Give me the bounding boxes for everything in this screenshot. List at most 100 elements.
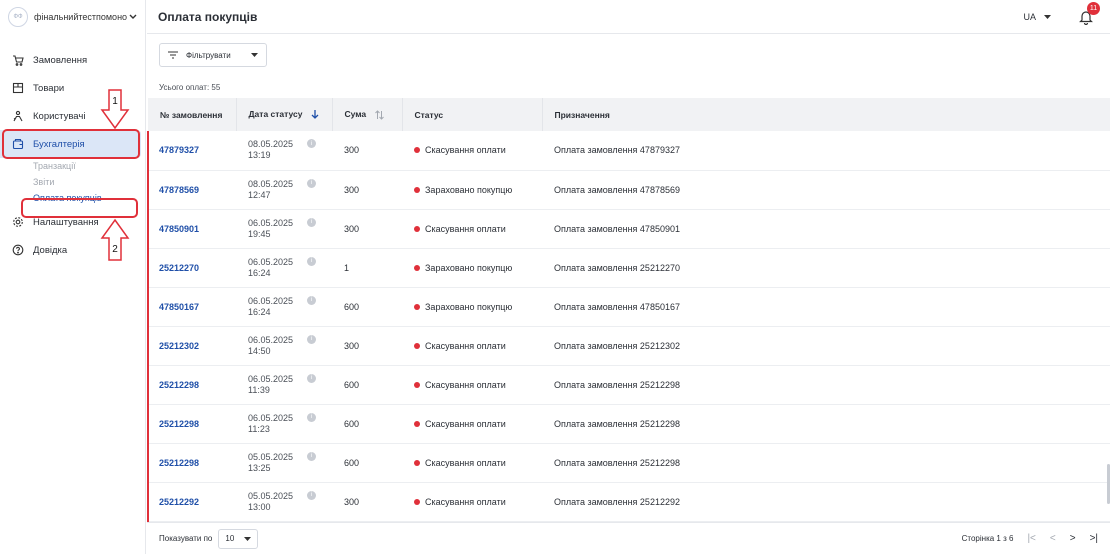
sidebar-subitem-transactions[interactable]: Транзакції	[0, 158, 145, 174]
table-row[interactable]: 25212298 06.05.2025 11:23 i 600 Скасування оп…	[147, 404, 1110, 443]
status-text: Скасування оплати	[425, 457, 506, 468]
filter-icon	[168, 51, 178, 59]
cell-status: Скасування оплати	[402, 131, 542, 170]
sidebar-item-label: Користувачі	[33, 110, 86, 122]
cell-status-date: 06.05.2025 11:39 i	[236, 365, 332, 404]
table-row[interactable]: 47879327 08.05.2025 13:19 i 300 Скасування оп…	[147, 131, 1110, 170]
main-content: Оплата покупців UA 11 Фільтрувати Усього…	[147, 0, 1110, 554]
info-icon[interactable]: i	[307, 295, 317, 305]
cell-status: Скасування оплати	[402, 209, 542, 248]
status-time: 13:00	[248, 501, 271, 512]
table-row[interactable]: 25212302 06.05.2025 14:50 i 300 Скасування оп…	[147, 326, 1110, 365]
table-row[interactable]: 25212298 06.05.2025 11:39 i 600 Скасування оп…	[147, 365, 1110, 404]
sidebar-item-label: Замовлення	[33, 54, 88, 66]
info-icon[interactable]: i	[307, 412, 317, 422]
cell-status: Зараховано покупцю	[402, 248, 542, 287]
order-link[interactable]: 47850901	[159, 224, 199, 234]
caret-down-icon	[1044, 14, 1051, 19]
status-time: 11:23	[248, 423, 270, 434]
per-page-control: Показувати по 10	[159, 528, 259, 549]
account-logo: ФФ	[8, 7, 28, 27]
sidebar-item-label: Налаштування	[33, 216, 99, 228]
status-date: 08.05.2025	[248, 178, 294, 189]
caret-down-icon	[250, 53, 258, 57]
column-sum[interactable]: Сума	[332, 98, 403, 131]
language-selector[interactable]: UA	[1023, 12, 1051, 22]
filter-button[interactable]: Фільтрувати	[159, 43, 267, 67]
cart-icon	[12, 54, 24, 66]
sidebar-item-label: Товари	[33, 82, 65, 94]
info-icon[interactable]: i	[307, 217, 317, 227]
order-link[interactable]: 25212298	[159, 419, 199, 429]
cell-order: 25212292	[147, 482, 236, 521]
gear-icon	[12, 216, 24, 228]
status-date: 06.05.2025	[248, 373, 294, 384]
status-dot-icon	[414, 264, 420, 271]
order-link[interactable]: 25212298	[159, 458, 199, 468]
cell-status-date: 06.05.2025 14:50 i	[236, 326, 332, 365]
order-link[interactable]: 25212292	[159, 497, 199, 507]
per-page-value: 10	[225, 534, 235, 543]
info-icon[interactable]: i	[307, 334, 317, 344]
info-icon[interactable]: i	[307, 451, 317, 461]
table-row[interactable]: 25212292 05.05.2025 13:00 i 300 Скасування оп…	[147, 482, 1110, 521]
language-label: UA	[1023, 11, 1036, 22]
order-link[interactable]: 25212302	[159, 341, 199, 351]
column-label: Призначення	[554, 109, 610, 120]
cell-sum: 300	[344, 223, 360, 234]
status-dot-icon	[414, 342, 420, 349]
status-datetime: 06.05.2025 11:39	[248, 374, 293, 396]
column-status-date[interactable]: Дата статусу	[236, 98, 333, 131]
table-row[interactable]: 47850901 06.05.2025 19:45 i 300 Скасування оп…	[147, 209, 1110, 248]
filter-label: Фільтрувати	[186, 50, 231, 60]
cell-status: Скасування оплати	[402, 365, 542, 404]
sidebar-item-orders[interactable]: Замовлення	[0, 46, 141, 74]
cell-status-date: 06.05.2025 16:24 i	[236, 287, 332, 326]
info-icon[interactable]: i	[307, 256, 317, 266]
order-link[interactable]: 25212270	[159, 263, 199, 273]
caret-down-icon	[244, 536, 252, 541]
highlight-box-customer-payments	[21, 198, 138, 218]
table-row[interactable]: 25212270 06.05.2025 16:24 i 1 Зараховано поку…	[147, 248, 1110, 287]
status-text: Зараховано покупцю	[425, 262, 513, 273]
column-label: Статус	[414, 109, 444, 120]
cell-order: 25212302	[147, 326, 236, 365]
column-label: Сума	[344, 109, 367, 120]
highlight-box-accounting	[2, 129, 140, 159]
status-datetime: 05.05.2025 13:25	[248, 452, 293, 474]
column-purpose: Призначення	[542, 98, 1110, 131]
sidebar-item-label: Довідка	[33, 244, 68, 256]
account-switcher[interactable]: ФФ фінальнийтестпомоно	[0, 0, 145, 34]
cell-status: Зараховано покупцю	[402, 170, 542, 209]
cell-order: 47850167	[147, 287, 236, 326]
table-row[interactable]: 47850167 06.05.2025 16:24 i 600 Зараховано по…	[147, 287, 1110, 326]
info-icon[interactable]: i	[307, 139, 317, 149]
filter-bar: Фільтрувати	[147, 34, 1110, 76]
order-link[interactable]: 47878569	[159, 185, 199, 195]
next-page-icon[interactable]: >	[1070, 533, 1076, 544]
payments-table: № замовлення Дата статусу Сума Статус Пр…	[147, 98, 1110, 522]
order-link[interactable]: 47850167	[159, 302, 199, 312]
per-page-label: Показувати по	[159, 534, 213, 543]
last-page-icon[interactable]: >|	[1090, 533, 1098, 544]
per-page-select[interactable]: 10	[218, 528, 259, 549]
notification-badge: 11	[1087, 1, 1100, 15]
cell-order: 47879327	[147, 131, 236, 170]
sidebar-subitem-reports[interactable]: Звіти	[0, 174, 145, 190]
pager: Сторінка 1 з 6 |< < > >|	[962, 533, 1098, 544]
table-row[interactable]: 25212298 05.05.2025 13:25 i 600 Скасування оп…	[147, 443, 1110, 482]
info-icon[interactable]: i	[307, 490, 317, 500]
notifications-button[interactable]: 11	[1079, 1, 1100, 25]
table-row[interactable]: 47878569 08.05.2025 12:47 i 300 Зараховано по…	[147, 170, 1110, 209]
info-icon[interactable]: i	[307, 178, 317, 188]
status-time: 16:24	[248, 306, 271, 317]
status-text: Скасування оплати	[425, 223, 506, 234]
cell-purpose: Оплата замовлення 25212302	[554, 340, 680, 351]
first-page-icon[interactable]: |<	[1027, 533, 1035, 544]
prev-page-icon[interactable]: <	[1050, 533, 1056, 544]
info-icon[interactable]: i	[307, 373, 317, 383]
order-link[interactable]: 25212298	[159, 380, 199, 390]
column-label: № замовлення	[160, 109, 223, 120]
cell-status: Зараховано покупцю	[402, 287, 542, 326]
order-link[interactable]: 47879327	[159, 145, 199, 155]
